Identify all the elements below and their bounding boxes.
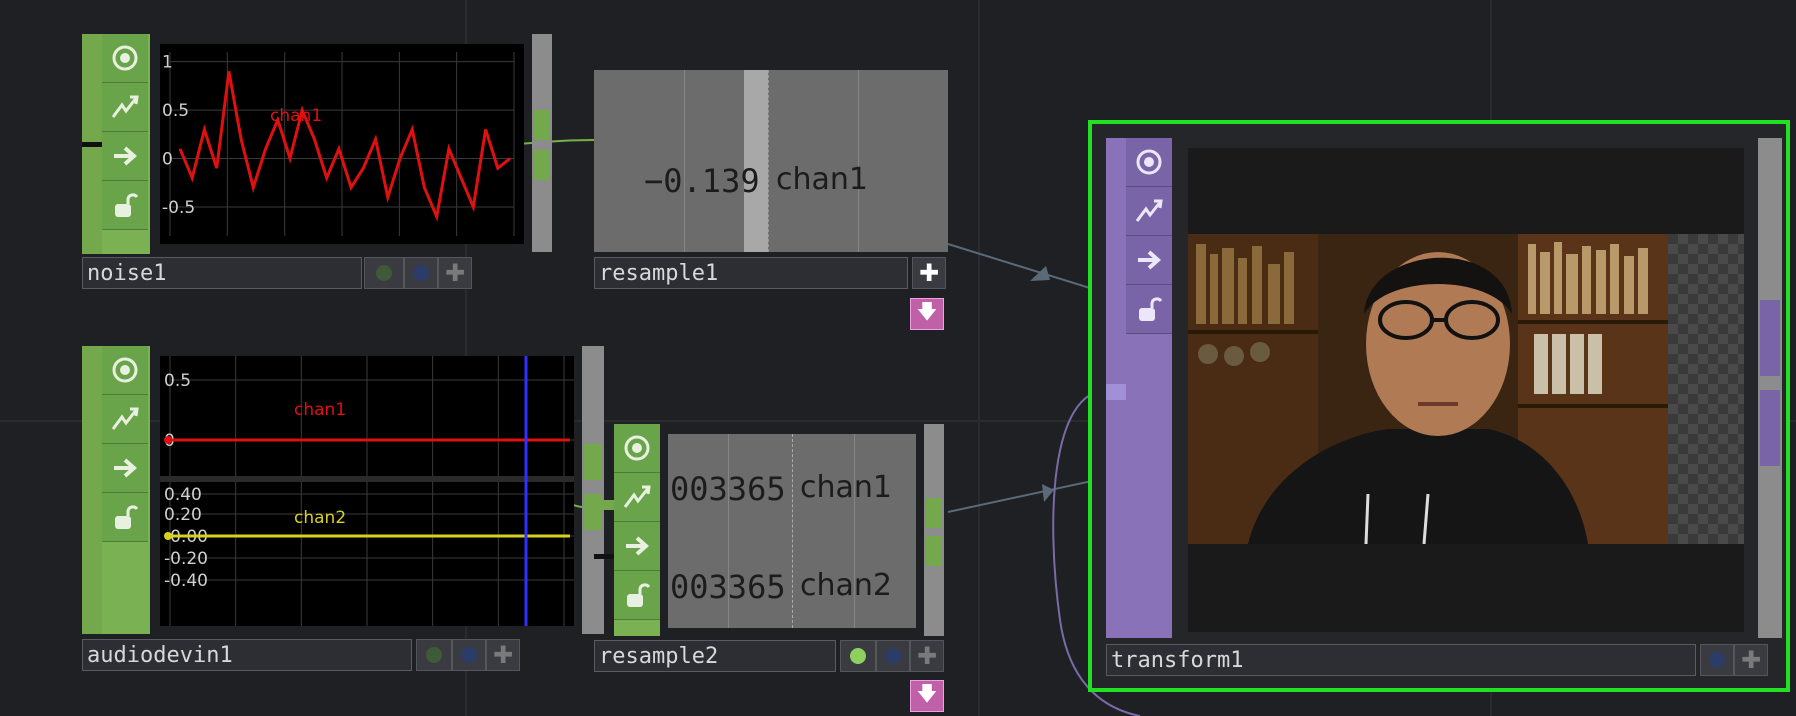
node-rightbar: [532, 34, 552, 252]
arrow-right-icon[interactable]: [102, 132, 148, 181]
display-toggle[interactable]: [876, 640, 910, 672]
y-tick-label: -0.40: [164, 571, 208, 591]
viewer-toggle[interactable]: [416, 639, 452, 671]
output-connector[interactable]: [534, 110, 550, 140]
y-tick-label: 0.20: [164, 505, 202, 525]
audiodevin1-chart: 0.500.400.20-0.00-0.20-0.40: [160, 356, 574, 626]
y-tick-label: -0.20: [164, 549, 208, 569]
viewer-icon[interactable]: [1126, 138, 1172, 187]
cook-arrow-icon[interactable]: 🡇: [910, 680, 944, 712]
wire-arrow: [1042, 484, 1054, 502]
node-sidebar: [614, 424, 660, 636]
output-connector[interactable]: [926, 498, 942, 528]
transparency-checker: [1668, 234, 1744, 544]
add-icon[interactable]: ✚: [438, 257, 472, 289]
viewer-toggle[interactable]: [364, 257, 404, 289]
channel-divider: [160, 476, 574, 482]
node-name[interactable]: resample2: [594, 640, 836, 672]
transform1-viewer[interactable]: [1188, 148, 1744, 632]
lock-icon[interactable]: [1126, 285, 1172, 334]
noise1-viewer[interactable]: 1 0.5 0 -0.5 chan1: [160, 44, 524, 244]
viewer-toggle[interactable]: [840, 640, 876, 672]
series-line-chan1: [178, 71, 511, 222]
node-sidebar: [102, 346, 150, 634]
row1-value: 003365: [670, 470, 786, 508]
row1-chan: chan1: [800, 470, 892, 505]
chan2-label: chan2: [294, 508, 347, 528]
viewer-icon[interactable]: [102, 346, 148, 395]
node-flag: [82, 346, 102, 634]
input-connector[interactable]: [1106, 384, 1126, 400]
add-icon[interactable]: ✚: [910, 640, 944, 672]
noise1-chart: 1 0.5 0 -0.5: [162, 52, 515, 236]
node-name[interactable]: audiodevin1: [82, 639, 412, 671]
node-sidebar: [1126, 138, 1172, 638]
output-connector[interactable]: [1760, 300, 1780, 376]
display-toggle[interactable]: [1700, 644, 1734, 676]
output-connector[interactable]: [1760, 390, 1780, 466]
add-icon[interactable]: ✚: [1734, 644, 1768, 676]
y-tick-label: 0.40: [164, 485, 202, 505]
viewer-icon[interactable]: [102, 34, 148, 83]
webcam-image: [1188, 234, 1668, 544]
bypass-icon[interactable]: [614, 473, 660, 522]
node-name[interactable]: transform1: [1106, 644, 1696, 676]
node-sidebar: [102, 34, 150, 254]
add-icon[interactable]: ✚: [912, 257, 946, 289]
bypass-icon[interactable]: [102, 83, 148, 132]
y-tick-label: 0.5: [164, 371, 191, 391]
arrow-right-icon[interactable]: [102, 444, 148, 493]
transform1-node[interactable]: transform1 ✚: [1088, 120, 1790, 692]
y-tick-label: 1: [162, 53, 173, 73]
viewer-icon[interactable]: [614, 424, 660, 473]
wire-arrow: [1030, 266, 1050, 281]
audiodevin1-viewer[interactable]: 0.500.400.20-0.00-0.20-0.40 chan1 chan2: [160, 356, 574, 626]
arrow-right-icon[interactable]: [614, 522, 660, 571]
add-icon[interactable]: ✚: [486, 639, 520, 671]
node-rightbar: [924, 424, 944, 636]
output-connector[interactable]: [926, 536, 942, 566]
resample1-viewer[interactable]: −0.139 chan1: [594, 70, 948, 252]
row2-value: 003365: [670, 568, 786, 606]
output-connector[interactable]: [534, 150, 550, 180]
node-rightbar: [582, 346, 604, 634]
output-connector[interactable]: [584, 444, 602, 480]
node-name[interactable]: noise1: [82, 257, 362, 289]
bypass-icon[interactable]: [1126, 187, 1172, 236]
y-tick-label: 0: [162, 150, 173, 170]
resample2-viewer[interactable]: 003365 chan1 003365 chan2: [668, 434, 916, 628]
chan1-marker: [164, 436, 172, 444]
lock-icon[interactable]: [614, 571, 660, 620]
input-connector[interactable]: [594, 500, 614, 510]
y-tick-label: 0.5: [162, 101, 189, 121]
node-name[interactable]: resample1: [594, 257, 908, 289]
arrow-right-icon[interactable]: [1126, 236, 1172, 285]
lock-icon[interactable]: [102, 181, 148, 230]
lock-icon[interactable]: [102, 493, 148, 542]
bypass-icon[interactable]: [102, 395, 148, 444]
chan1-label: chan1: [294, 400, 347, 420]
cook-arrow-icon[interactable]: 🡇: [910, 298, 944, 330]
y-tick-label: -0.5: [162, 198, 195, 218]
channel-value: −0.139: [644, 162, 760, 200]
channel-name: chan1: [776, 162, 868, 197]
display-toggle[interactable]: [452, 639, 486, 671]
node-rightbar: [1758, 138, 1782, 638]
chan-label: chan1: [270, 106, 323, 126]
display-toggle[interactable]: [404, 257, 438, 289]
chan2-marker: [164, 532, 172, 540]
row2-chan: chan2: [800, 568, 892, 603]
